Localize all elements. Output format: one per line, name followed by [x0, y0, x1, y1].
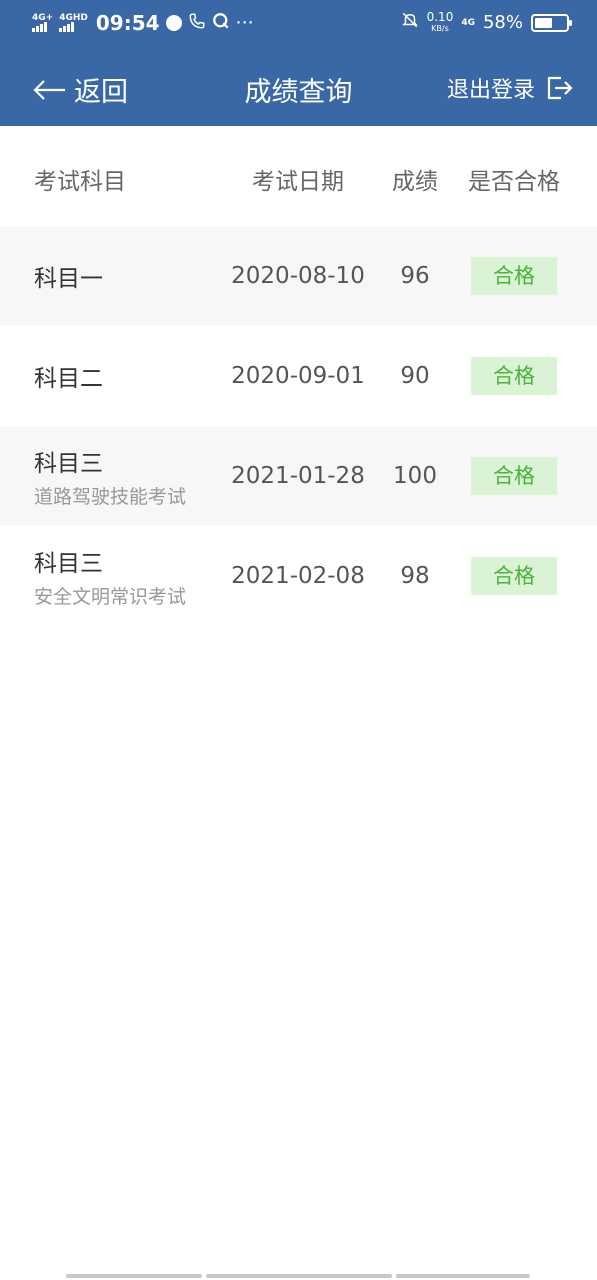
pass-badge: 合格	[471, 557, 557, 595]
header-date: 考试日期	[252, 169, 344, 195]
battery-percent: 58%	[482, 12, 523, 33]
gesture-bar-right	[396, 1274, 530, 1278]
net-speed: 0.10 KB/s	[426, 9, 454, 34]
pass-cell: 合格	[458, 257, 570, 295]
pass-badge: 合格	[471, 257, 557, 295]
table-header: 考试科目 考试日期 成绩 是否合格	[0, 126, 597, 226]
score-cell: 100	[393, 463, 437, 489]
app-header: 4G+ 4GHD 09:54 ··· 0.10 KB/s 4G 58% 返回 成…	[0, 0, 597, 126]
score-cell: 98	[400, 563, 430, 589]
date-cell: 2021-02-08	[231, 563, 365, 589]
back-arrow-icon	[33, 79, 65, 100]
pass-badge: 合格	[471, 457, 557, 495]
table-row[interactable]: 科目一 2020-08-10 96 合格	[0, 226, 597, 326]
signal-icon-2: 4GHD	[59, 14, 88, 32]
compass-icon	[165, 15, 182, 31]
pass-cell: 合格	[458, 357, 570, 395]
pass-badge: 合格	[471, 357, 557, 395]
header-subject: 考试科目	[34, 169, 126, 195]
subject-detail: 安全文明常识考试	[34, 585, 187, 608]
subject-cell: 科目三 道路驾驶技能考试	[34, 426, 186, 526]
net-speed-unit: KB/s	[431, 23, 449, 33]
signal-type-2: 4GHD	[59, 13, 88, 23]
more-notifications-icon: ···	[235, 12, 254, 34]
table-row[interactable]: 科目三 安全文明常识考试 2021-02-08 98 合格	[0, 526, 597, 626]
back-label: 返回	[74, 77, 128, 108]
q-icon	[212, 12, 230, 35]
date-cell: 2020-08-10	[231, 263, 365, 289]
status-bar: 4G+ 4GHD 09:54 ··· 0.10 KB/s 4G 58%	[0, 0, 597, 46]
status-time: 09:54	[95, 11, 160, 35]
pass-cell: 合格	[458, 457, 570, 495]
subject-cell: 科目二	[34, 326, 103, 426]
date-cell: 2021-01-28	[231, 463, 365, 489]
subject-detail: 道路驾驶技能考试	[34, 485, 187, 508]
net-speed-value: 0.10	[426, 9, 454, 24]
back-button[interactable]: 返回	[32, 70, 128, 109]
score-cell: 96	[400, 263, 430, 289]
mute-bell-icon	[401, 11, 419, 34]
subject-cell: 科目三 安全文明常识考试	[34, 526, 186, 626]
signal-type-1: 4G+	[32, 13, 54, 23]
phone-icon	[188, 12, 206, 35]
date-cell: 2020-09-01	[231, 363, 365, 389]
logout-icon	[547, 76, 573, 100]
table-row[interactable]: 科目二 2020-09-01 90 合格	[0, 326, 597, 426]
battery-icon	[531, 13, 572, 32]
subject-name: 科目二	[34, 366, 103, 392]
score-cell: 90	[400, 363, 430, 389]
pass-cell: 合格	[458, 557, 570, 595]
subject-name: 科目三	[34, 550, 103, 577]
network-type: 4G	[461, 17, 475, 28]
subject-cell: 科目一	[34, 226, 103, 326]
header-pass: 是否合格	[468, 169, 560, 195]
logout-button[interactable]: 退出登录	[447, 72, 573, 104]
header-score: 成绩	[392, 169, 438, 195]
table-row[interactable]: 科目三 道路驾驶技能考试 2021-01-28 100 合格	[0, 426, 597, 526]
network-icon: 4G	[461, 17, 475, 28]
gesture-bar-center	[206, 1274, 392, 1278]
subject-name: 科目一	[34, 266, 103, 292]
subject-name: 科目三	[34, 450, 103, 477]
logout-label: 退出登录	[446, 78, 535, 103]
gesture-bar-left	[66, 1274, 202, 1278]
signal-icon: 4G+	[32, 14, 53, 32]
